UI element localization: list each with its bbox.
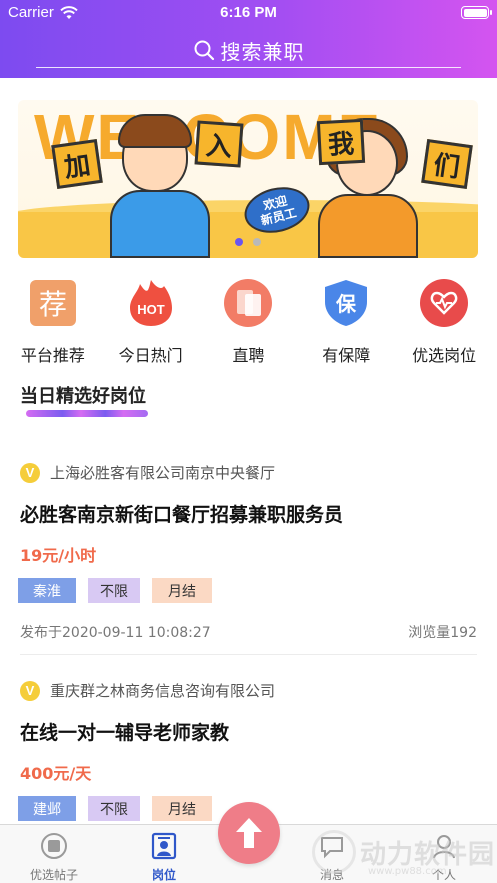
search-bar[interactable]: 搜索兼职 <box>36 32 461 72</box>
banner-tile: 们 <box>421 139 473 189</box>
watermark: 动力软件园 www.pw88.com <box>308 826 497 883</box>
job-meta: 发布于2020-09-11 10:08:27 浏览量192 <box>20 622 477 642</box>
section-title: 当日精选好岗位 <box>20 386 146 407</box>
girl-illustration <box>318 194 418 258</box>
hot-icon: HOT <box>126 278 176 328</box>
tag-pay-cycle: 月结 <box>152 578 212 603</box>
publish-time: 发布于2020-09-11 10:08:27 <box>20 625 211 641</box>
banner-tile: 加 <box>51 139 103 189</box>
search-icon <box>194 40 214 61</box>
tab-label: 岗位 <box>151 868 176 882</box>
category-label: 直聘 <box>232 346 265 365</box>
category-label: 今日热门 <box>118 346 183 365</box>
guarantee-glyph: 保 <box>335 292 357 316</box>
banner-tile: 入 <box>194 120 244 168</box>
watermark-logo-icon <box>312 830 356 874</box>
banner-tile: 我 <box>316 118 366 166</box>
post-icon <box>39 831 69 861</box>
job-tags: 秦淮 不限 月结 <box>18 578 212 603</box>
welcome-banner[interactable]: WELCOME 加 入 我 们 欢迎 新员工 <box>18 100 478 258</box>
job-icon <box>149 831 179 861</box>
category-label: 有保障 <box>322 346 371 365</box>
category-hot[interactable]: HOT 今日热门 <box>106 278 196 368</box>
status-bar: Carrier 6:16 PM <box>0 0 497 26</box>
page-dot[interactable] <box>253 238 261 246</box>
category-recommend[interactable]: 荐 平台推荐 <box>8 278 98 368</box>
hot-glyph: HOT <box>137 302 165 317</box>
verified-icon: V <box>20 462 40 483</box>
company-row: V 上海必胜客有限公司南京中央餐厅 <box>20 462 275 483</box>
job-tags: 建邺 不限 月结 <box>18 796 212 821</box>
battery-icon <box>461 6 492 19</box>
category-direct-hire[interactable]: 直聘 <box>203 278 293 368</box>
company-name: 重庆群之林商务信息咨询有限公司 <box>50 682 276 700</box>
tag-limit: 不限 <box>88 796 140 821</box>
category-featured[interactable]: 优选岗位 <box>399 278 489 368</box>
job-title: 在线一对一辅导老师家教 <box>20 722 230 744</box>
boy-illustration <box>110 190 210 258</box>
recommend-glyph: 荐 <box>39 288 67 321</box>
job-salary: 19元/小时 <box>20 546 97 565</box>
search-underline <box>36 66 461 68</box>
guarantee-icon: 保 <box>321 278 371 328</box>
upload-arrow-icon <box>236 818 262 848</box>
direct-hire-icon <box>223 278 273 328</box>
view-count: 浏览量192 <box>408 625 477 641</box>
featured-job-icon <box>419 278 469 328</box>
section-underline <box>26 410 148 417</box>
search-label: 搜索兼职 <box>220 39 305 64</box>
job-title: 必胜客南京新街口餐厅招募兼职服务员 <box>20 504 344 526</box>
status-time: 6:16 PM <box>220 4 277 21</box>
tag-location: 建邺 <box>18 796 76 821</box>
category-grid: 荐 平台推荐 HOT 今日热门 直聘 保 有保障 优选岗位 <box>0 278 497 368</box>
header: Carrier 6:16 PM 搜索兼职 <box>0 0 497 78</box>
boy-hair-illustration <box>118 114 192 148</box>
tag-limit: 不限 <box>88 578 140 603</box>
divider <box>20 654 477 655</box>
tab-jobs[interactable]: 岗位 <box>124 831 204 883</box>
watermark-url: www.pw88.com <box>368 866 447 877</box>
tab-posts[interactable]: 优选帖子 <box>14 831 94 883</box>
company-row: V 重庆群之林商务信息咨询有限公司 <box>20 680 275 701</box>
banner-pagination <box>18 238 478 246</box>
job-salary: 400元/天 <box>20 764 92 783</box>
category-label: 平台推荐 <box>20 346 85 365</box>
category-guarantee[interactable]: 保 有保障 <box>301 278 391 368</box>
page-dot-active[interactable] <box>235 238 243 246</box>
verified-icon: V <box>20 680 40 701</box>
recommend-icon: 荐 <box>28 278 78 328</box>
category-label: 优选岗位 <box>412 346 477 365</box>
company-name: 上海必胜客有限公司南京中央餐厅 <box>50 464 276 482</box>
tag-location: 秦淮 <box>18 578 76 603</box>
tab-label: 优选帖子 <box>29 868 78 882</box>
post-job-button[interactable] <box>218 802 280 864</box>
tag-pay-cycle: 月结 <box>152 796 212 821</box>
